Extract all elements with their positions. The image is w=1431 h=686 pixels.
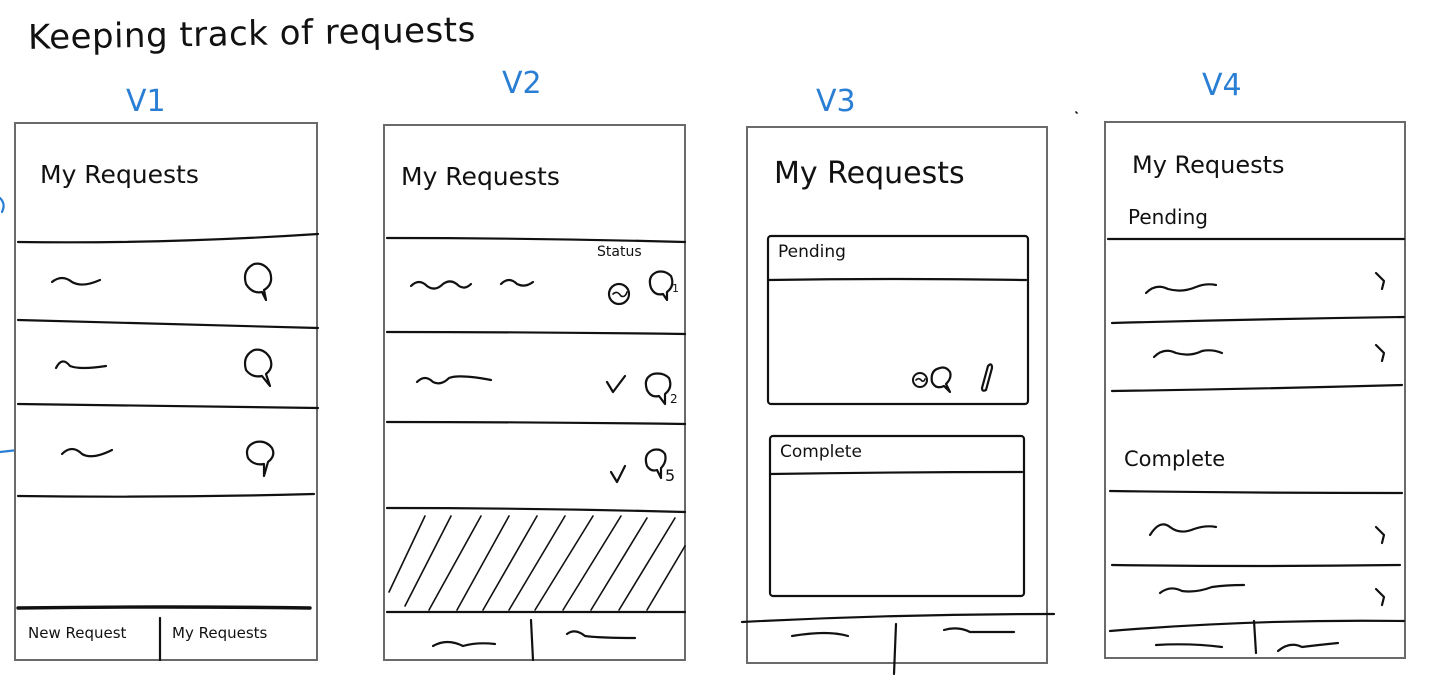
tab-new-request[interactable]: New Request [28,624,126,642]
tab-squiggle [1154,643,1224,649]
hatched-placeholder [388,515,686,611]
tab-squiggle [431,640,497,648]
tab-squiggle [1276,641,1340,653]
comment-icon [243,262,273,302]
v2-sketch-lines [385,236,687,662]
chevron-right-icon [1374,587,1386,607]
comment-icon [644,372,672,406]
check-icon [609,464,627,484]
row-text-squiggle [499,278,535,287]
tab-my-requests[interactable]: My Requests [172,624,267,642]
comment-count: 5 [665,466,676,485]
comment-icon [930,366,952,394]
comment-icon [243,348,273,388]
check-icon [605,374,627,394]
row-text-squiggle [54,360,108,370]
wireframe-v2: My Requests Status 1 2 5 [383,124,687,662]
row-text-squiggle [415,375,493,385]
v4-sketch-lines [1106,237,1406,655]
row-text-squiggle [1152,349,1224,359]
tab-squiggle [942,627,1016,634]
chevron-right-icon [1374,525,1386,545]
section-header-pending: Pending [778,242,846,262]
row-text-squiggle [1158,583,1246,595]
v1-sketch-lines [16,232,320,662]
comment-count: 2 [670,392,678,406]
v3-sketch-lines [740,234,1056,676]
comment-icon [644,448,667,480]
tab-squiggle [790,631,850,638]
wireframe-v1: My Requests New Request My Requests [14,122,320,662]
row-text-squiggle [60,447,114,458]
tab-squiggle [565,630,637,640]
wireframe-v4: My Requests Pending Complete [1104,121,1406,659]
comment-count: 1 [672,282,679,295]
chevron-right-icon [1374,271,1386,291]
row-text-squiggle [409,280,473,290]
section-header-complete: Complete [780,442,862,462]
row-text-squiggle [1148,523,1218,537]
wireframe-v3: My Requests Pending Complete [740,126,1056,676]
edit-icon [980,363,994,392]
row-text-squiggle [50,276,102,286]
comment-icon [245,440,275,478]
row-text-squiggle [1144,283,1218,295]
chevron-right-icon [1374,343,1386,363]
comment-icon [648,270,674,302]
